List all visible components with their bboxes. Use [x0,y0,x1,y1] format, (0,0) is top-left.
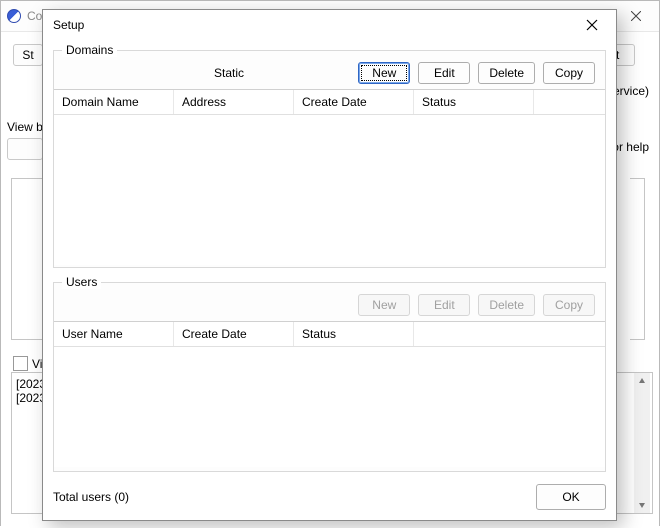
domains-edit-button[interactable]: Edit [418,62,470,84]
users-col-status[interactable]: Status [294,322,414,346]
users-new-button[interactable]: New [358,294,410,316]
dialog-footer: Total users (0) OK [43,484,616,520]
domains-mode-label: Static [64,66,244,80]
domains-new-button[interactable]: New [358,62,410,84]
checkbox-box[interactable] [13,356,28,371]
users-table: User Name Create Date Status [54,321,605,467]
scroll-down-icon[interactable] [634,497,650,513]
address-panel-left [11,178,44,340]
dialog-body: Domains Static New Edit Delete Copy Doma… [43,40,616,484]
users-legend: Users [62,275,101,289]
domains-table-header: Domain Name Address Create Date Status [54,90,605,115]
total-users-label: Total users (0) [53,490,536,504]
setup-dialog: Setup Domains Static New Edit Delete Cop… [42,9,617,521]
users-group: Users New Edit Delete Copy User Name Cre… [53,282,606,472]
users-toolbar: New Edit Delete Copy [54,283,605,321]
domains-col-spacer [534,90,605,114]
parent-help-hint: or help [612,140,649,154]
users-col-spacer [414,322,605,346]
scroll-up-icon[interactable] [634,373,650,389]
domains-col-addr[interactable]: Address [174,90,294,114]
dialog-title: Setup [53,18,570,32]
close-icon [586,19,598,31]
dialog-titlebar: Setup [43,10,616,40]
view-by-control[interactable] [7,138,43,160]
users-table-body[interactable] [54,347,605,467]
domains-col-name[interactable]: Domain Name [54,90,174,114]
address-panel-right [630,178,645,340]
parent-toolbar-left-button[interactable]: St [13,44,43,66]
close-button[interactable] [613,1,659,31]
domains-table: Domain Name Address Create Date Status [54,89,605,265]
users-table-header: User Name Create Date Status [54,322,605,347]
domains-legend: Domains [62,43,117,57]
users-col-name[interactable]: User Name [54,322,174,346]
users-copy-button[interactable]: Copy [543,294,595,316]
parent-service-hint: ervice) [613,84,649,98]
domains-col-date[interactable]: Create Date [294,90,414,114]
domains-col-status[interactable]: Status [414,90,534,114]
domains-delete-button[interactable]: Delete [478,62,535,84]
log-scrollbar[interactable] [634,373,650,513]
domains-copy-button[interactable]: Copy [543,62,595,84]
domains-group: Domains Static New Edit Delete Copy Doma… [53,50,606,268]
users-delete-button[interactable]: Delete [478,294,535,316]
ok-button[interactable]: OK [536,484,606,510]
domains-table-body[interactable] [54,115,605,265]
users-col-date[interactable]: Create Date [174,322,294,346]
users-edit-button[interactable]: Edit [418,294,470,316]
app-icon [7,9,21,23]
dialog-close-button[interactable] [570,11,614,39]
domains-toolbar: Static New Edit Delete Copy [54,51,605,89]
